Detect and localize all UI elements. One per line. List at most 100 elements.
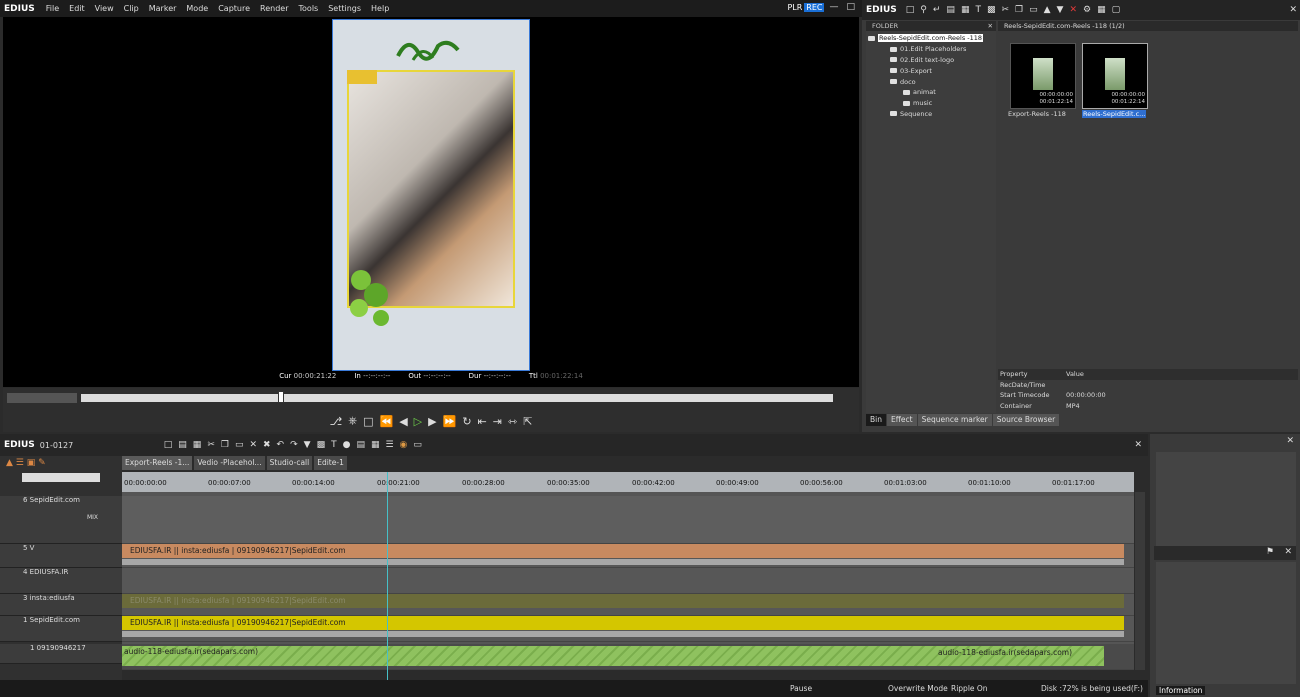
tab-information[interactable]: Information	[1156, 686, 1206, 695]
rewind-icon[interactable]: ⏪	[380, 415, 394, 428]
color-wheel-icon[interactable]: ◉	[397, 440, 411, 450]
position-handle[interactable]	[278, 391, 284, 403]
tab-sequence-4[interactable]: Edite-1	[314, 456, 347, 470]
open-project-icon[interactable]: ▤	[175, 440, 190, 450]
tab-sequence-marker[interactable]: Sequence marker	[917, 414, 992, 426]
properties-icon[interactable]: ⚙	[1080, 5, 1094, 15]
shuttle-slider[interactable]	[7, 393, 77, 403]
menu-view[interactable]: View	[90, 4, 119, 13]
add-clip-icon[interactable]: ▦	[958, 5, 973, 15]
window-icon[interactable]: ▢	[1109, 5, 1124, 15]
folder-close-icon[interactable]: ✕	[988, 22, 993, 30]
menu-help[interactable]: Help	[366, 4, 394, 13]
timeline-close-icon[interactable]: ✕	[1131, 440, 1148, 450]
track-header-v1[interactable]: 1 SepidEdit.com	[0, 616, 122, 642]
rec-button[interactable]: REC	[804, 2, 825, 12]
audio-mixer-icon[interactable]: ☰	[382, 440, 396, 450]
cut-icon[interactable]: ✂	[204, 440, 218, 450]
menu-edit[interactable]: Edit	[64, 4, 90, 13]
insert-icon[interactable]: ⇤	[478, 415, 487, 428]
export-icon[interactable]: ⇱	[523, 415, 532, 428]
track-v3[interactable]: EDIUSFA.IR || insta:ediusfa | 0919094621…	[122, 594, 1134, 616]
tab-source-browser[interactable]: Source Browser	[992, 414, 1060, 426]
tree-item[interactable]: music	[866, 98, 996, 109]
set-out-icon[interactable]: ⎈	[348, 414, 357, 428]
save-icon[interactable]: ▦	[190, 440, 205, 450]
track-v4[interactable]	[122, 568, 1134, 594]
info-close-icon[interactable]: ✕	[1284, 547, 1292, 557]
close-icon[interactable]: ✕	[1286, 5, 1300, 15]
new-sequence-icon[interactable]: □	[161, 440, 176, 450]
delete-icon[interactable]: ✕	[246, 440, 260, 450]
folder-icon[interactable]: □	[903, 5, 918, 15]
render-icon[interactable]: ▤	[353, 440, 368, 450]
position-slider[interactable]	[81, 394, 833, 402]
open-clip-icon[interactable]: ▤	[943, 5, 958, 15]
track-header-v6[interactable]: 6 SepidEdit.com MIX	[0, 496, 122, 544]
delete-icon[interactable]: ✕	[1066, 5, 1080, 15]
microphone-icon[interactable]: ●	[340, 440, 354, 450]
undo-icon[interactable]: ↶	[274, 440, 288, 450]
timeline-clip[interactable]: EDIUSFA.IR || insta:ediusfa | 0919094621…	[122, 616, 1124, 630]
title-icon[interactable]: T	[972, 5, 984, 15]
pin-icon[interactable]: ⚑	[1266, 547, 1274, 557]
tab-sequence-3[interactable]: Studio-call	[266, 456, 313, 470]
cut-icon[interactable]: ✂	[998, 5, 1012, 15]
up-folder-icon[interactable]: ↵	[930, 5, 944, 15]
timeline-ruler[interactable]: 00:00:00:00 00:00:07:00 00:00:14:00 00:0…	[122, 472, 1134, 492]
view-icon[interactable]: ▦	[1094, 5, 1109, 15]
tree-item[interactable]: 02.Edit text-logo	[866, 55, 996, 66]
minimize-icon[interactable]: —	[826, 2, 841, 12]
track-header-v4[interactable]: 4 EDIUSFA.IR	[0, 568, 122, 594]
track-v1[interactable]: EDIUSFA.IR || insta:ediusfa | 0919094621…	[122, 616, 1134, 642]
clip-label-selected[interactable]: Reels-SepidEdit.c...	[1082, 110, 1147, 118]
track-v6[interactable]	[122, 496, 1134, 544]
play-icon[interactable]: ▷	[414, 415, 422, 428]
tree-item[interactable]: doco	[866, 76, 996, 87]
playhead[interactable]	[387, 472, 388, 680]
paste-icon[interactable]: ▭	[1026, 5, 1041, 15]
tab-sequence-1[interactable]: Export-Reels -1...	[122, 456, 193, 470]
copy-icon[interactable]: ❐	[218, 440, 232, 450]
set-in-icon[interactable]: ⎇	[330, 415, 343, 428]
menu-mode[interactable]: Mode	[181, 4, 213, 13]
timeline-clip[interactable]: EDIUSFA.IR || insta:ediusfa | 0919094621…	[122, 544, 1124, 558]
insert-to-timeline-icon[interactable]: ▼	[1054, 5, 1067, 15]
menu-capture[interactable]: Capture	[213, 4, 255, 13]
layout-icon[interactable]: ▭	[410, 440, 425, 450]
tree-item[interactable]: Sequence	[866, 109, 996, 120]
track-a1[interactable]: audio-118-ediusfa.ir(sedapars.com) audio…	[122, 644, 1134, 670]
tree-item[interactable]: animat	[866, 87, 996, 98]
track-header-a1[interactable]: 1 09190946217	[0, 644, 122, 664]
copy-icon[interactable]: ❐	[1012, 5, 1026, 15]
clip-thumbnail[interactable]: 00:00:00:00 00:01:22:14	[1082, 43, 1148, 109]
grid-icon[interactable]: ▦	[368, 440, 383, 450]
search-icon[interactable]: ⚲	[917, 5, 930, 15]
track-header-v3[interactable]: 3 insta:ediusfa	[0, 594, 122, 616]
clip-thumbnail[interactable]: 00:00:00:00 00:01:22:14	[1010, 43, 1076, 109]
info-close-icon[interactable]: ✕	[1286, 436, 1294, 446]
paste-icon[interactable]: ▭	[232, 440, 247, 450]
step-forward-icon[interactable]: ▶	[428, 415, 436, 428]
menu-clip[interactable]: Clip	[119, 4, 144, 13]
redo-icon[interactable]: ↷	[287, 440, 301, 450]
loop-icon[interactable]: ↻	[462, 415, 471, 428]
plr-button[interactable]: PLR	[787, 3, 802, 12]
menu-render[interactable]: Render	[255, 4, 293, 13]
step-back-icon[interactable]: ◀	[399, 415, 407, 428]
zoom-slider[interactable]	[22, 473, 100, 482]
overwrite-icon[interactable]: ⇥	[493, 415, 502, 428]
track-header-v5[interactable]: 5 V	[0, 544, 122, 568]
color-bars-icon[interactable]: ▩	[984, 5, 999, 15]
timeline-vertical-scrollbar[interactable]	[1135, 492, 1145, 670]
tree-item[interactable]: Reels-SepidEdit.com-Reels -118	[866, 33, 996, 44]
stop-icon[interactable]: □	[363, 415, 373, 428]
tab-effect[interactable]: Effect	[886, 414, 917, 426]
timeline-clip[interactable]: EDIUSFA.IR || insta:ediusfa | 0919094621…	[122, 594, 1124, 608]
mixer-icon[interactable]: ▩	[314, 440, 329, 450]
menu-marker[interactable]: Marker	[144, 4, 182, 13]
title-icon[interactable]: T	[328, 440, 340, 450]
tree-item[interactable]: 01.Edit Placeholders	[866, 44, 996, 55]
track-v5[interactable]: EDIUSFA.IR || insta:ediusfa | 0919094621…	[122, 544, 1134, 568]
tree-item[interactable]: 03-Export	[866, 65, 996, 76]
